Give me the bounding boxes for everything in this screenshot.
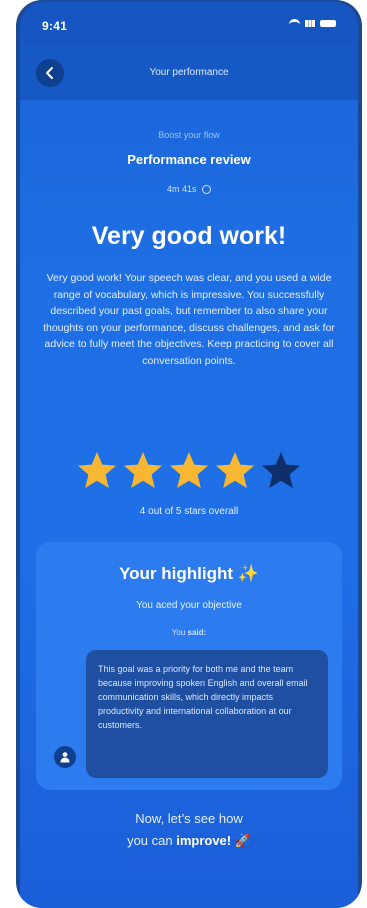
signal-icon	[305, 19, 315, 27]
nav-bar: Your performance	[20, 44, 358, 100]
you-said-prefix: You	[171, 628, 188, 637]
wifi-icon	[289, 19, 300, 27]
duration-value: 4m 41s	[166, 184, 197, 194]
quote-bubble: This goal was a priority for both me and…	[86, 650, 328, 778]
you-said-label: You said:	[36, 628, 342, 637]
phone-frame: 9:41 Your performance Boost your flow Pe…	[16, 0, 362, 908]
battery-icon	[320, 19, 336, 27]
cta-emphasis: improve!	[176, 833, 232, 848]
app-screen: 9:41 Your performance Boost your flow Pe…	[20, 2, 358, 908]
you-said-emphasis: said:	[187, 628, 207, 637]
cta-line-2-suffix: 🚀	[231, 833, 251, 848]
cta-line-2-prefix: you can	[127, 833, 177, 848]
feedback-text: Very good work! Your speech was clear, a…	[43, 272, 335, 367]
star-empty-icon	[260, 450, 302, 495]
duration-label: 4m 41s	[20, 184, 358, 194]
rating-caption: 4 out of 5 stars overall	[139, 506, 239, 517]
headline: Very good work!	[91, 222, 287, 250]
status-bar: 9:41	[20, 2, 358, 44]
review-content: Boost your flow Performance review 4m 41…	[20, 100, 358, 908]
status-time: 9:41	[42, 19, 68, 33]
star-filled-icon	[168, 450, 210, 495]
cta-line-1: Now, let’s see how	[135, 811, 243, 826]
highlight-title: Your highlight ✨	[119, 564, 259, 583]
review-title: Performance review	[127, 152, 251, 167]
review-eyebrow: Boost your flow	[158, 130, 220, 140]
status-icons	[289, 19, 336, 27]
star-filled-icon	[214, 450, 256, 495]
avatar	[54, 746, 76, 768]
cta-line-2: you can improve! 🚀	[20, 830, 358, 852]
star-filled-icon	[122, 450, 164, 495]
star-rating	[20, 450, 358, 495]
highlight-card: Your highlight ✨ You aced your objective…	[36, 542, 342, 790]
clock-icon	[202, 185, 212, 194]
star-filled-icon	[76, 450, 118, 495]
improve-cta: Now, let’s see how you can improve! 🚀	[20, 808, 358, 852]
highlight-subtitle: You aced your objective	[136, 600, 242, 611]
page-title: Your performance	[149, 67, 229, 78]
user-icon	[60, 752, 70, 763]
